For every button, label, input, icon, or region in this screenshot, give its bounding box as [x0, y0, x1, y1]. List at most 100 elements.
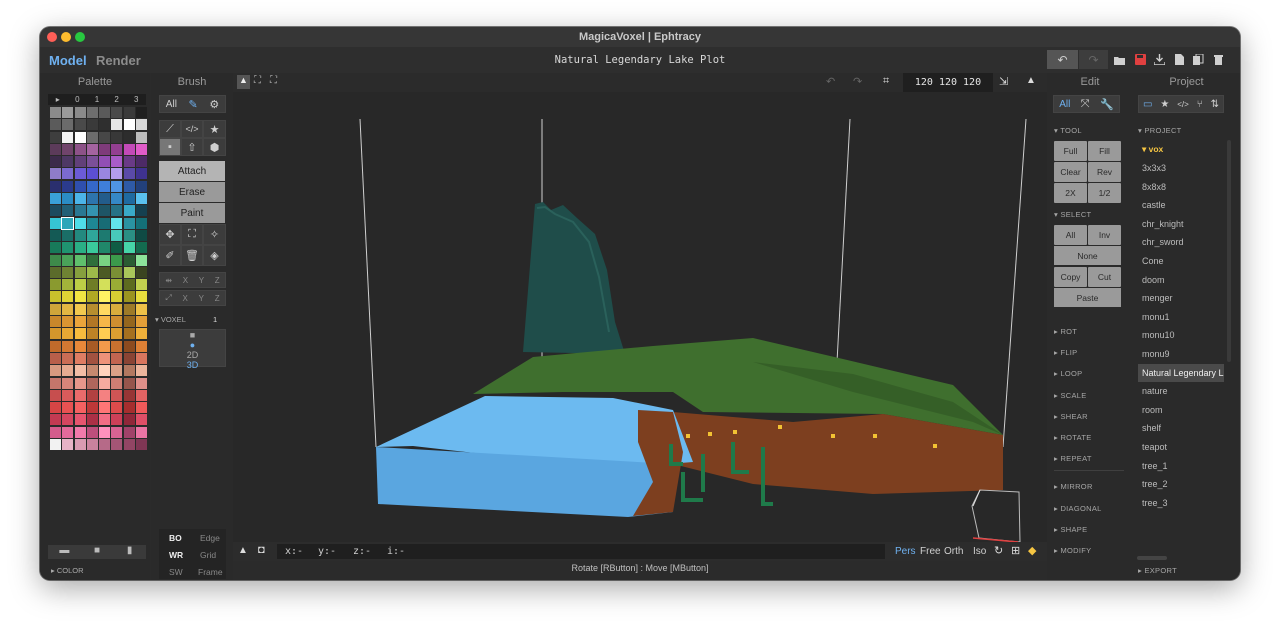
palette-swatch[interactable] [136, 402, 148, 414]
palette-swatch[interactable] [99, 168, 111, 180]
palette-swatch[interactable] [62, 414, 74, 426]
camera-icon[interactable]: ◘ [258, 544, 265, 556]
dim-2d-button[interactable]: 2D [176, 350, 209, 360]
palette-swatch[interactable] [86, 389, 98, 401]
select-inv-button[interactable]: Inv [1088, 225, 1121, 245]
palette-swatch[interactable] [136, 229, 148, 241]
palette-swatch[interactable] [136, 205, 148, 217]
paste-button[interactable]: Paste [1054, 288, 1121, 307]
palette-swatch[interactable] [123, 119, 135, 131]
palette-swatch[interactable] [62, 402, 74, 414]
project-folder-icon[interactable]: ▭ [1143, 99, 1152, 110]
mirror-x-toggle[interactable]: X [183, 276, 188, 285]
project-section-label[interactable]: ▾ PROJECT [1138, 126, 1182, 135]
rev-button[interactable]: Rev [1088, 162, 1121, 182]
palette-swatch[interactable] [74, 193, 86, 205]
project-file-item[interactable]: chr_knight [1138, 215, 1224, 233]
palette-swatch[interactable] [50, 229, 61, 241]
palette-swatch[interactable] [86, 143, 98, 155]
mirror-y-toggle[interactable]: Y [199, 276, 204, 285]
fit-icon[interactable]: ⛶ [254, 75, 261, 86]
palette-swatch[interactable] [136, 291, 148, 303]
palette-swatch[interactable] [99, 119, 111, 131]
palette-tab-0[interactable]: 0 [68, 94, 88, 105]
zoom-window-button[interactable] [75, 32, 85, 42]
palette-tab-2[interactable]: 2 [107, 94, 127, 105]
brush-box-icon[interactable]: ⬢ [203, 138, 226, 156]
palette-swatch[interactable] [50, 328, 61, 340]
select-tool-icon[interactable]: ⛶ [181, 224, 203, 245]
palette-swatch[interactable] [136, 156, 148, 168]
palette-swatch[interactable] [99, 377, 111, 389]
palette-file-icon[interactable]: ▮ [113, 545, 146, 559]
palette-open-icon[interactable]: ▬ [48, 545, 81, 559]
palette-swatch[interactable] [86, 242, 98, 254]
palette-swatch[interactable] [50, 291, 61, 303]
palette-swatch[interactable] [123, 377, 135, 389]
palette-swatch[interactable] [136, 426, 148, 438]
palette-swatch[interactable] [111, 279, 123, 291]
palette-swatch[interactable] [111, 131, 123, 143]
size-readout[interactable]: 120 120 120 [903, 73, 993, 92]
palette-swatch[interactable] [111, 217, 123, 229]
project-star-icon[interactable]: ★ [1160, 99, 1169, 110]
save-button[interactable] [1133, 50, 1147, 69]
palette-swatch[interactable] [62, 328, 74, 340]
palette-swatch[interactable] [86, 340, 98, 352]
palette-swatch[interactable] [123, 242, 135, 254]
palette-swatch[interactable] [111, 340, 123, 352]
palette-swatch[interactable] [62, 340, 74, 352]
erase-mode-button[interactable]: Erase [159, 182, 225, 202]
palette-swatch[interactable] [123, 439, 135, 451]
palette-swatch[interactable] [123, 328, 135, 340]
palette-swatch[interactable] [62, 279, 74, 291]
palette-swatch[interactable] [136, 377, 148, 389]
project-file-item[interactable]: monu9 [1138, 345, 1224, 363]
palette-swatch[interactable] [111, 107, 123, 118]
palette-swatch[interactable] [50, 242, 61, 254]
project-file-item[interactable]: tree_1 [1138, 457, 1224, 475]
grid-view-icon[interactable]: ⊞ [1011, 544, 1020, 557]
palette-swatch[interactable] [123, 316, 135, 328]
palette-swatch[interactable] [50, 180, 61, 192]
palette-swatch[interactable] [61, 216, 75, 230]
project-file-item[interactable]: monu1 [1138, 308, 1224, 326]
export-section[interactable]: ▸ EXPORT [1138, 566, 1177, 575]
palette-swatch[interactable] [99, 279, 111, 291]
brush-face-icon[interactable]: ⇧ [181, 138, 203, 156]
palette-swatch[interactable] [136, 316, 148, 328]
palette-swatch[interactable] [99, 414, 111, 426]
project-hscrollbar[interactable] [1137, 556, 1167, 560]
palette-swatch[interactable] [62, 303, 74, 315]
project-file-item[interactable]: teapot [1138, 438, 1224, 456]
palette-swatch[interactable] [123, 217, 135, 229]
palette-swatch[interactable] [62, 168, 74, 180]
palette-swatch[interactable] [74, 414, 86, 426]
axis-y-toggle[interactable]: Y [199, 294, 204, 303]
palette-swatch[interactable] [50, 266, 61, 278]
palette-swatch[interactable] [86, 365, 98, 377]
orientation-cube[interactable] [971, 489, 1021, 542]
palette-swatch[interactable] [86, 328, 98, 340]
cursor-icon[interactable]: ▲ [237, 75, 250, 89]
refresh-view-icon[interactable]: ↻ [994, 544, 1003, 557]
palette-swatch[interactable] [50, 316, 61, 328]
palette-swatch[interactable] [111, 352, 123, 364]
palette-swatch[interactable] [123, 254, 135, 266]
trash-tool-icon[interactable]: 🗑 [181, 245, 203, 266]
voxel-section-label[interactable]: ▾ VOXEL [155, 315, 186, 324]
cut-button[interactable]: Cut [1088, 267, 1121, 287]
palette-swatch[interactable] [111, 193, 123, 205]
sw-toggle[interactable]: SW [169, 567, 183, 577]
palette-swatch[interactable] [99, 266, 111, 278]
project-file-item[interactable]: doom [1138, 271, 1224, 289]
palette-swatch[interactable] [50, 303, 61, 315]
project-file-item[interactable]: nature [1138, 382, 1224, 400]
palette-tab-arrow[interactable]: ▸ [48, 94, 68, 105]
palette-swatch[interactable] [50, 439, 61, 451]
palette-swatch[interactable] [99, 426, 111, 438]
bo-toggle[interactable]: BO [169, 533, 182, 543]
close-window-button[interactable] [47, 32, 57, 42]
palette-swatch[interactable] [136, 340, 148, 352]
palette-swatch[interactable] [136, 131, 148, 143]
